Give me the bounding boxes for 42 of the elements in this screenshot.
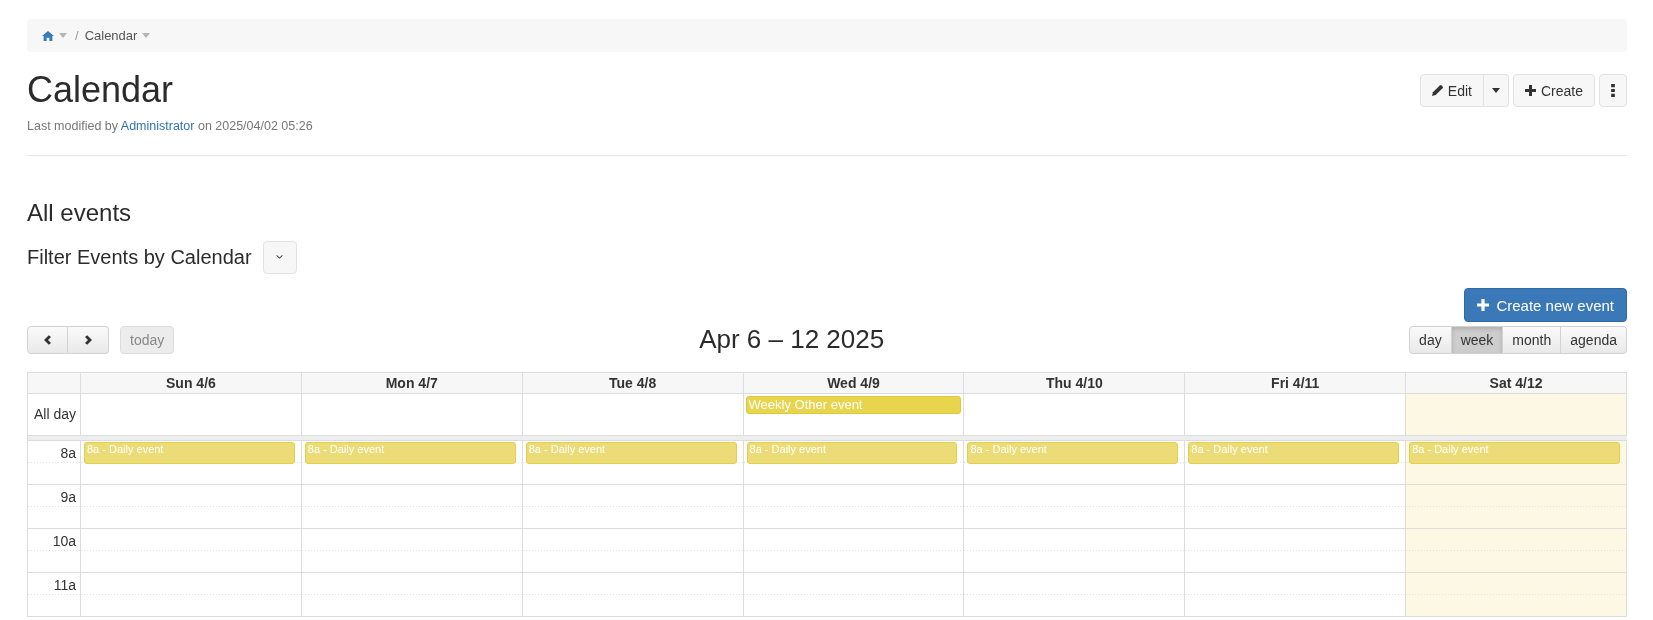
author-link[interactable]: Administrator bbox=[120, 119, 195, 133]
filter-heading: Filter Events by Calendar bbox=[27, 245, 252, 269]
plus-icon bbox=[1524, 85, 1536, 96]
hour-label: 9a bbox=[28, 485, 81, 529]
view-tab[interactable]: month bbox=[1503, 325, 1562, 354]
day-header: Thu 4/10 bbox=[964, 373, 1186, 394]
hour-label: 11a bbox=[28, 573, 81, 617]
last-modified-text: Last modified by Administrator on 2025/04/02 05:26 bbox=[27, 118, 313, 135]
caret-icon bbox=[1491, 88, 1500, 93]
plus-icon bbox=[1477, 299, 1490, 311]
day-header: Mon 4/7 bbox=[301, 373, 523, 394]
breadcrumb-link[interactable]: Calendar bbox=[84, 28, 138, 43]
day-header: Sun 4/6 bbox=[81, 373, 302, 394]
pencil-icon bbox=[1431, 85, 1443, 96]
view-tab[interactable]: week bbox=[1451, 325, 1504, 354]
create-event-button[interactable]: Create new event bbox=[1464, 288, 1627, 322]
hour-label: 8a bbox=[28, 441, 81, 485]
previous-button[interactable] bbox=[27, 325, 68, 354]
more-actions-button[interactable] bbox=[1599, 74, 1627, 107]
caret-icon[interactable] bbox=[59, 33, 67, 38]
caret-icon[interactable] bbox=[142, 33, 151, 38]
chevron-down-icon bbox=[276, 255, 284, 259]
day-header: Sat 4/12 bbox=[1406, 373, 1627, 394]
chevron-right-icon bbox=[84, 334, 92, 345]
section-heading: All events bbox=[27, 199, 133, 226]
home-icon bbox=[42, 30, 54, 41]
edit-button[interactable]: Edit bbox=[1419, 74, 1484, 107]
edit-menu-button[interactable] bbox=[1483, 74, 1509, 107]
day-header: Tue 4/8 bbox=[522, 373, 744, 394]
day-header: Wed 4/9 bbox=[743, 373, 965, 394]
create-button[interactable]: Create bbox=[1512, 74, 1595, 107]
day-header: Fri 4/11 bbox=[1185, 373, 1407, 394]
page-title: Calendar bbox=[27, 70, 175, 110]
home-link[interactable] bbox=[42, 30, 54, 41]
breadcrumb-separator: / bbox=[75, 28, 79, 43]
more-icon bbox=[1611, 84, 1615, 97]
date-range-title: Apr 6 – 12 2025 bbox=[698, 324, 886, 355]
hour-label: 10a bbox=[28, 529, 81, 573]
chevron-left-icon bbox=[44, 334, 51, 345]
next-button[interactable] bbox=[68, 325, 109, 354]
view-tab[interactable]: agenda bbox=[1561, 325, 1627, 354]
view-tab[interactable]: day bbox=[1409, 325, 1452, 354]
